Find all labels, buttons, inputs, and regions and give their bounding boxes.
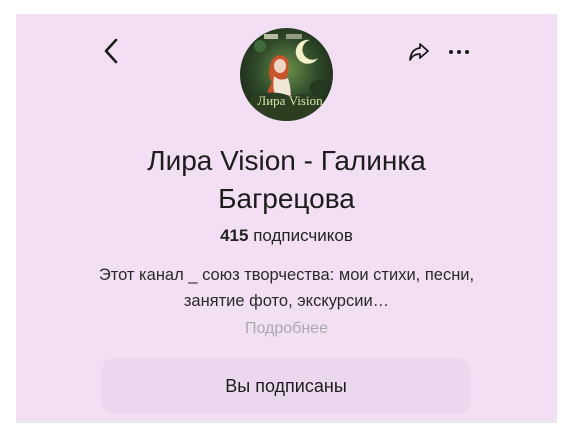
more-options-button[interactable] [444, 37, 474, 67]
divider [16, 419, 557, 423]
chevron-left-icon [104, 38, 118, 64]
avatar-logo-text: Лира Vision [257, 93, 323, 108]
more-details-link[interactable]: Подробнее [80, 320, 493, 338]
back-button[interactable] [96, 34, 126, 68]
share-arrow-icon [409, 43, 429, 61]
subscribers-label: подписчиков [253, 226, 353, 245]
channel-description: Этот канал _ союз творчества: мои стихи,… [98, 266, 475, 310]
subscribed-button[interactable]: Вы подписаны [101, 358, 471, 414]
subscribers-number: 415 [220, 226, 249, 245]
more-horizontal-icon [449, 50, 469, 54]
channel-avatar[interactable]: Лира Vision [240, 28, 333, 121]
channel-name: Лира Vision - Галинка Багрецова [147, 145, 426, 214]
share-button[interactable] [404, 37, 434, 67]
subscribers-count: 415 подписчиков [80, 226, 493, 246]
